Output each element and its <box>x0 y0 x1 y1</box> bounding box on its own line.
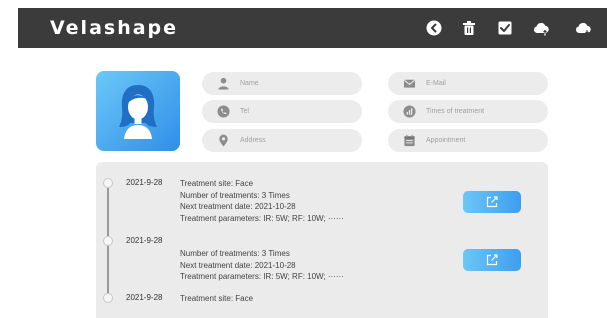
email-placeholder: E-Mail <box>426 80 446 87</box>
record-details: Treatment site: Face Number of treatment… <box>180 178 344 224</box>
timeline-dot <box>103 293 113 303</box>
timeline-dot <box>103 178 113 188</box>
record-details: Number of treatments: 3 Times Next treat… <box>180 248 344 283</box>
export-icon <box>486 196 498 208</box>
name-placeholder: Name <box>240 80 259 87</box>
export-record-button[interactable] <box>463 191 521 213</box>
location-pin-icon <box>216 134 230 148</box>
record-line: Treatment parameters: IR: 5W; RF: 10W; ·… <box>180 272 344 281</box>
email-field[interactable]: E-Mail <box>388 72 548 95</box>
address-field[interactable]: Address <box>202 129 362 152</box>
export-record-button[interactable] <box>463 249 521 271</box>
back-icon[interactable] <box>425 19 443 37</box>
export-icon <box>486 254 498 266</box>
times-placeholder: Times of treatment <box>426 108 485 115</box>
timeline-dot <box>103 236 113 246</box>
record-line: Number of treatments: 3 Times <box>180 190 290 200</box>
record-date: 2021-9-28 <box>126 236 163 245</box>
phone-icon <box>216 105 230 119</box>
record-line: Treatment site: Face <box>180 294 254 303</box>
appointment-placeholder: Appointment <box>426 137 466 144</box>
record-line: Next treatment date: 2021-10-28 <box>180 260 296 270</box>
record-details: Treatment site: Face <box>180 293 253 305</box>
stats-icon <box>402 105 416 119</box>
app-title: Velashape <box>50 17 179 39</box>
treatment-records-panel: 2021-9-28 Treatment site: Face Number of… <box>96 162 548 318</box>
times-of-treatment-field[interactable]: Times of treatment <box>388 100 548 123</box>
record-line: Treatment parameters: IR: 5W; RF: 10W; ·… <box>180 213 344 223</box>
person-icon <box>216 77 230 91</box>
tel-field[interactable]: Tel <box>202 100 362 123</box>
trash-icon[interactable] <box>460 19 478 37</box>
record-date: 2021-9-28 <box>126 293 163 302</box>
app-header: Velashape <box>18 8 607 48</box>
record-line: Number of treatments: 3 Times <box>180 249 290 258</box>
record-date: 2021-9-28 <box>126 178 163 187</box>
cloud-upload-icon[interactable] <box>532 19 550 37</box>
mail-icon <box>402 77 416 91</box>
name-field[interactable]: Name <box>202 72 362 95</box>
female-avatar-icon <box>119 85 157 139</box>
address-placeholder: Address <box>240 137 266 144</box>
cloud-download-icon[interactable] <box>574 19 592 37</box>
record-line: Treatment site: Face <box>180 179 254 188</box>
appointment-field[interactable]: Appointment <box>388 129 548 152</box>
tel-placeholder: Tel <box>240 108 249 115</box>
record-line: Next treatment date: 2021-10-28 <box>180 202 296 211</box>
avatar[interactable] <box>96 71 180 151</box>
calendar-icon <box>402 134 416 148</box>
check-box-icon[interactable] <box>496 19 514 37</box>
